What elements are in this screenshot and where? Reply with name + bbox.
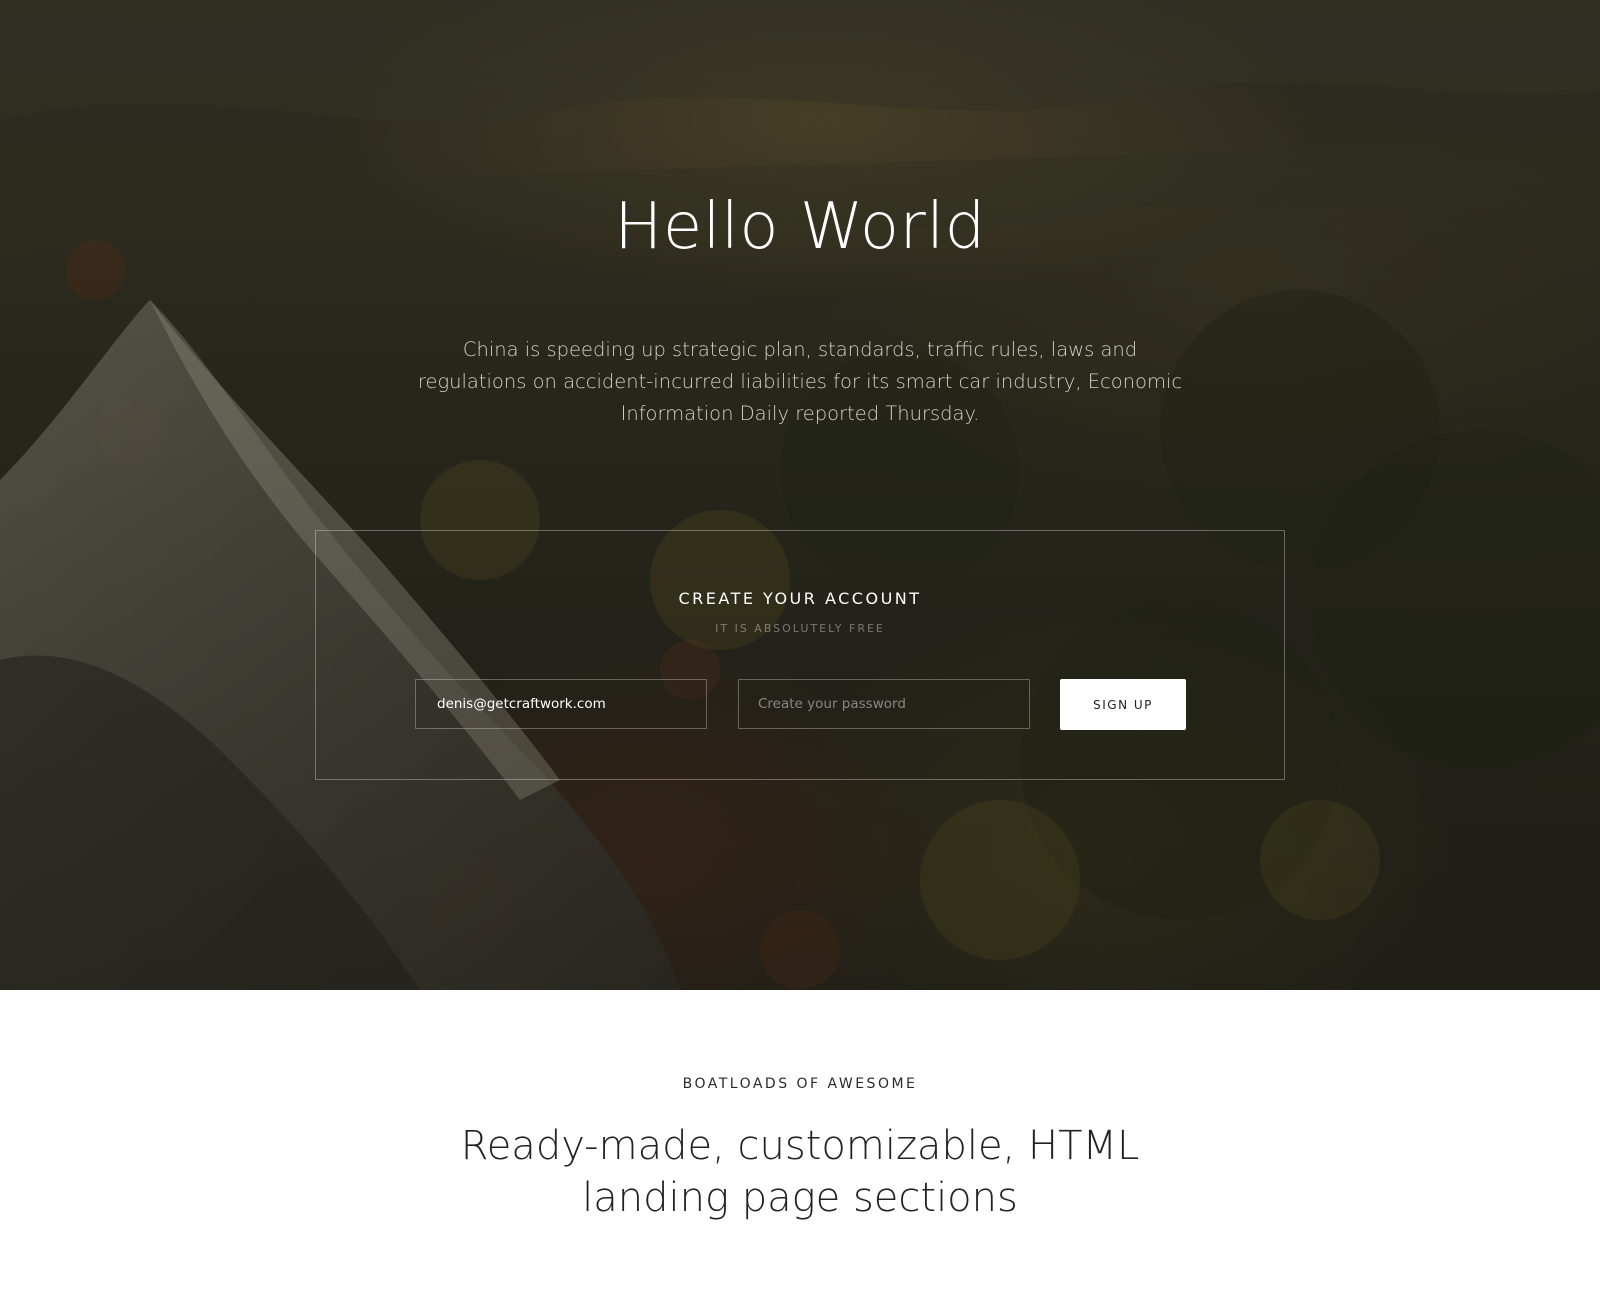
- hero-section: Hello World China is speeding up strateg…: [0, 0, 1600, 990]
- email-field[interactable]: [415, 679, 707, 729]
- signup-title: CREATE YOUR ACCOUNT: [678, 589, 922, 608]
- password-field[interactable]: [738, 679, 1030, 729]
- signup-subtitle: IT IS ABSOLUTELY FREE: [715, 622, 885, 635]
- hero-description: China is speeding up strategic plan, sta…: [417, 338, 1183, 425]
- section-eyebrow: BOATLOADS OF AWESOME: [682, 1076, 918, 1092]
- section-heading: Ready-made, customizable, HTML landing p…: [460, 1123, 1140, 1221]
- signup-form: CREATE YOUR ACCOUNT IT IS ABSOLUTELY FRE…: [315, 530, 1285, 780]
- sign-up-button[interactable]: SIGN UP: [1060, 679, 1186, 730]
- features-section: BOATLOADS OF AWESOME Ready-made, customi…: [0, 990, 1600, 1307]
- hero-title: Hello World: [614, 190, 986, 264]
- hero-content: Hello World China is speeding up strateg…: [0, 0, 1600, 990]
